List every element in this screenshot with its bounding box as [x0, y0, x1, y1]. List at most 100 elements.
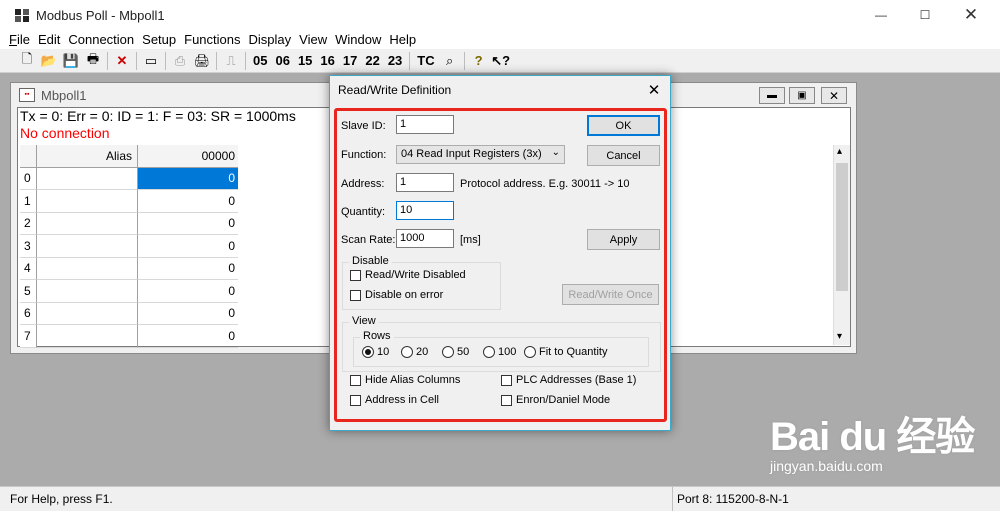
context-help-icon[interactable]: ↖? [490, 51, 512, 71]
table-row[interactable]: 30 [20, 235, 246, 258]
fc-15-button[interactable]: 15 [298, 53, 312, 68]
close-icon[interactable]: ✕ [948, 0, 994, 30]
table-row[interactable]: 00 [20, 167, 246, 190]
apply-button[interactable]: Apply [587, 229, 660, 250]
menu-display[interactable]: Display [249, 32, 292, 47]
hide-alias-checkbox[interactable]: Hide Alias Columns [350, 374, 460, 386]
menu-help[interactable]: Help [389, 32, 416, 47]
save-icon[interactable]: 💾 [60, 51, 82, 71]
print-icon[interactable]: 🖶 [82, 51, 104, 71]
window-icon[interactable]: ▭ [140, 51, 162, 71]
table-row[interactable]: 60 [20, 302, 246, 325]
menu-functions[interactable]: Functions [184, 32, 240, 47]
fc-05-button[interactable]: 05 [253, 53, 267, 68]
radio-circle [401, 346, 413, 358]
value-cell[interactable]: 0 [138, 303, 238, 325]
dialog-close-icon[interactable]: ✕ [638, 76, 670, 103]
alias-cell[interactable] [37, 257, 138, 280]
menu-setup[interactable]: Setup [142, 32, 176, 47]
rows-20-radio[interactable]: 20 [401, 346, 428, 358]
disable-on-error-checkbox[interactable]: Disable on error [350, 289, 443, 301]
menu-file[interactable]: File [9, 32, 30, 47]
checkbox-box [350, 269, 361, 281]
table-row[interactable]: 20 [20, 212, 246, 235]
port-status-text: Port 8: 115200-8-N-1 [677, 492, 789, 506]
address-column-header[interactable]: 00000 [138, 145, 238, 168]
traffic-icon[interactable]: ⌕ [439, 51, 461, 71]
alias-cell[interactable] [37, 190, 138, 213]
read-write-once-button[interactable]: Read/Write Once [562, 284, 659, 305]
rw-disabled-label: Read/Write Disabled [365, 269, 466, 281]
alias-cell[interactable] [37, 325, 138, 348]
radio-circle [442, 346, 454, 358]
menu-window[interactable]: Window [335, 32, 381, 47]
value-cell[interactable]: 0 [138, 325, 238, 348]
toolbar-separator [409, 51, 411, 70]
rows-10-label: 10 [377, 346, 390, 358]
tc-button[interactable]: TC [417, 53, 434, 68]
open-folder-icon[interactable]: 📂 [38, 51, 60, 71]
menu-view-label: View [299, 32, 328, 47]
new-file-icon[interactable]: 🗋 [16, 51, 38, 71]
table-row[interactable]: 50 [20, 280, 246, 303]
table-row[interactable]: 40 [20, 257, 246, 280]
fc-22-button[interactable]: 22 [365, 53, 379, 68]
mdi-restore-icon[interactable]: ▣ [789, 87, 815, 104]
vertical-scrollbar[interactable]: ▴ ▾ [833, 145, 850, 345]
connect-icon[interactable]: ⎙ [169, 51, 191, 71]
table-row[interactable]: 70 [20, 325, 246, 348]
plc-addresses-checkbox[interactable]: PLC Addresses (Base 1) [501, 374, 636, 386]
value-cell[interactable]: 0 [138, 280, 238, 303]
fc-17-button[interactable]: 17 [343, 53, 357, 68]
disconnect-icon[interactable]: 🖨 [191, 51, 213, 71]
rows-fit-radio[interactable]: Fit to Quantity [524, 346, 607, 358]
alias-cell[interactable] [37, 302, 138, 325]
alias-column-header[interactable]: Alias [37, 145, 138, 168]
menu-connection[interactable]: Connection [68, 32, 134, 47]
value-cell[interactable]: 0 [138, 213, 238, 235]
menu-view[interactable]: View [299, 32, 327, 47]
help-icon[interactable]: ? [468, 51, 490, 71]
rows-100-radio[interactable]: 100 [483, 346, 516, 358]
value-cell[interactable]: 0 [138, 190, 238, 213]
address-in-cell-checkbox[interactable]: Address in Cell [350, 394, 439, 406]
value-cell[interactable]: 0 [138, 167, 238, 190]
mdi-close-icon[interactable]: ✕ [821, 87, 847, 104]
fc-23-button[interactable]: 23 [388, 53, 402, 68]
alias-cell[interactable] [37, 167, 138, 190]
rw-disabled-checkbox[interactable]: Read/Write Disabled [350, 269, 466, 281]
menu-edit[interactable]: Edit [38, 32, 60, 47]
scroll-up-icon[interactable]: ▴ [837, 146, 842, 157]
app-title: Modbus Poll - Mbpoll1 [36, 7, 165, 23]
address-in-cell-label: Address in Cell [365, 394, 439, 406]
maximize-icon[interactable]: ☐ [902, 0, 948, 30]
scan-rate-field[interactable]: 1000 [396, 229, 454, 248]
cancel-button[interactable]: Cancel [587, 145, 660, 166]
fc-16-button[interactable]: 16 [320, 53, 334, 68]
address-field[interactable]: 1 [396, 173, 454, 192]
pulse-icon[interactable]: ⎍ [220, 51, 242, 71]
table-row[interactable]: 10 [20, 190, 246, 213]
menu-setup-label: Setup [142, 32, 177, 47]
enron-mode-checkbox[interactable]: Enron/Daniel Mode [501, 394, 610, 406]
quantity-field[interactable]: 10 [396, 201, 454, 220]
minimize-icon[interactable]: — [858, 0, 904, 30]
rows-10-radio[interactable]: 10 [362, 346, 389, 358]
fc-06-button[interactable]: 06 [275, 53, 289, 68]
rows-50-radio[interactable]: 50 [442, 346, 469, 358]
alias-cell[interactable] [37, 280, 138, 303]
alias-cell[interactable] [37, 212, 138, 235]
alias-cell[interactable] [37, 235, 138, 258]
delete-icon[interactable]: ✕ [111, 51, 133, 71]
scroll-thumb[interactable] [836, 163, 848, 291]
scroll-down-icon[interactable]: ▾ [837, 331, 842, 342]
rows-50-label: 50 [457, 346, 470, 358]
hide-alias-label: Hide Alias Columns [365, 374, 461, 386]
value-cell[interactable]: 0 [138, 258, 238, 280]
disable-group-label: Disable [349, 255, 392, 267]
mdi-minimize-icon[interactable]: ▬ [759, 87, 785, 104]
value-cell[interactable]: 0 [138, 235, 238, 258]
slave-id-field[interactable]: 1 [396, 115, 454, 134]
function-select[interactable]: 04 Read Input Registers (3x) ⌄ [396, 145, 565, 164]
ok-button[interactable]: OK [587, 115, 660, 136]
